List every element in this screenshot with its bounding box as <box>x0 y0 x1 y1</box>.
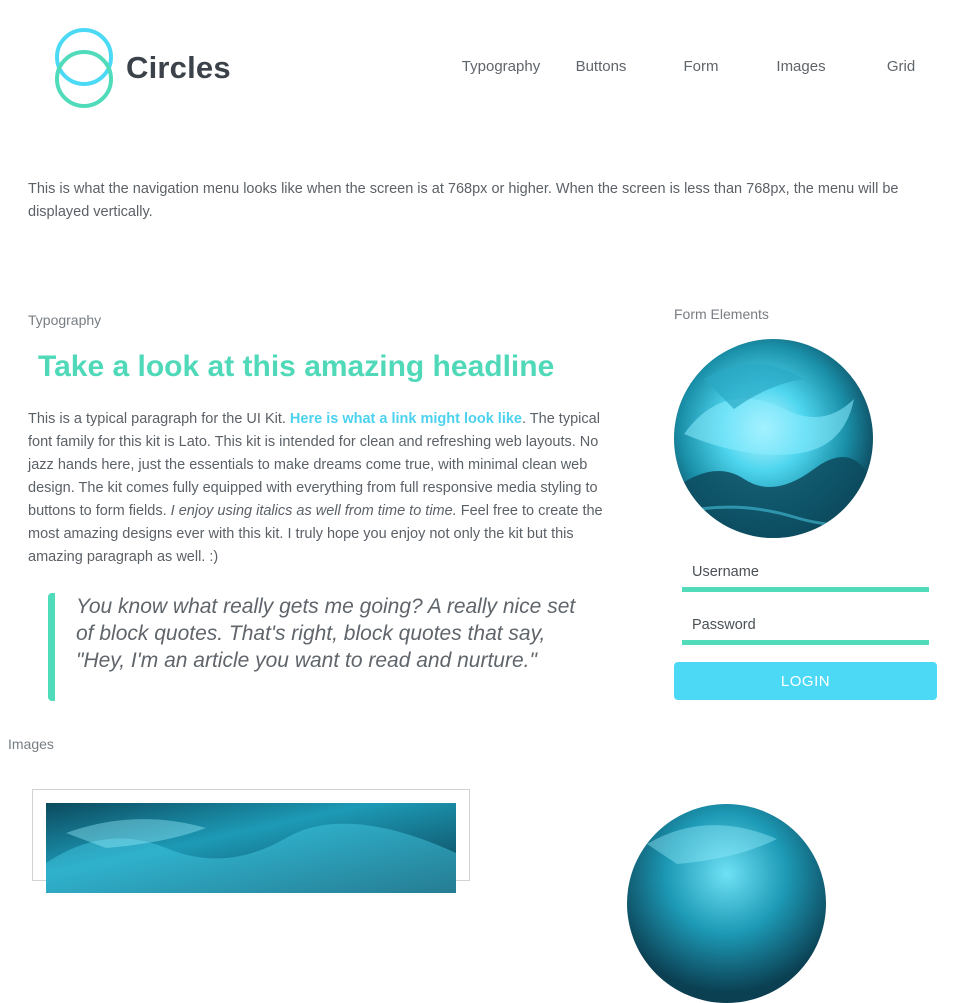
typography-paragraph: This is a typical paragraph for the UI K… <box>28 408 628 569</box>
wave-circle-image <box>674 339 873 538</box>
wave-circle-image-2 <box>627 804 826 1003</box>
login-button[interactable]: LOGIN <box>674 662 937 700</box>
headline: Take a look at this amazing headline <box>38 350 555 383</box>
intro-text: This is what the navigation menu looks l… <box>28 181 899 220</box>
nav-item-buttons[interactable]: Buttons <box>576 58 627 75</box>
framed-image <box>32 789 470 893</box>
nav-item-grid[interactable]: Grid <box>887 58 915 75</box>
paragraph-text-start: This is a typical paragraph for the UI K… <box>28 411 290 427</box>
typography-section-label: Typography <box>28 312 102 328</box>
wave-photo <box>46 803 456 893</box>
password-field[interactable] <box>682 609 929 645</box>
nav-item-form[interactable]: Form <box>684 58 719 75</box>
form-section-label: Form Elements <box>674 306 769 322</box>
block-quote: You know what really gets me going? A re… <box>48 593 595 701</box>
block-quote-text: You know what really gets me going? A re… <box>76 595 576 672</box>
nav-item-typography[interactable]: Typography <box>462 58 540 75</box>
sample-link[interactable]: Here is what a link might look like <box>290 411 522 427</box>
username-field[interactable] <box>682 556 929 592</box>
main-nav: Typography Buttons Form Images Grid <box>0 58 978 82</box>
images-section-label: Images <box>8 736 54 752</box>
nav-item-images[interactable]: Images <box>776 58 825 75</box>
paragraph-italic-text: I enjoy using italics as well from time … <box>170 503 457 519</box>
